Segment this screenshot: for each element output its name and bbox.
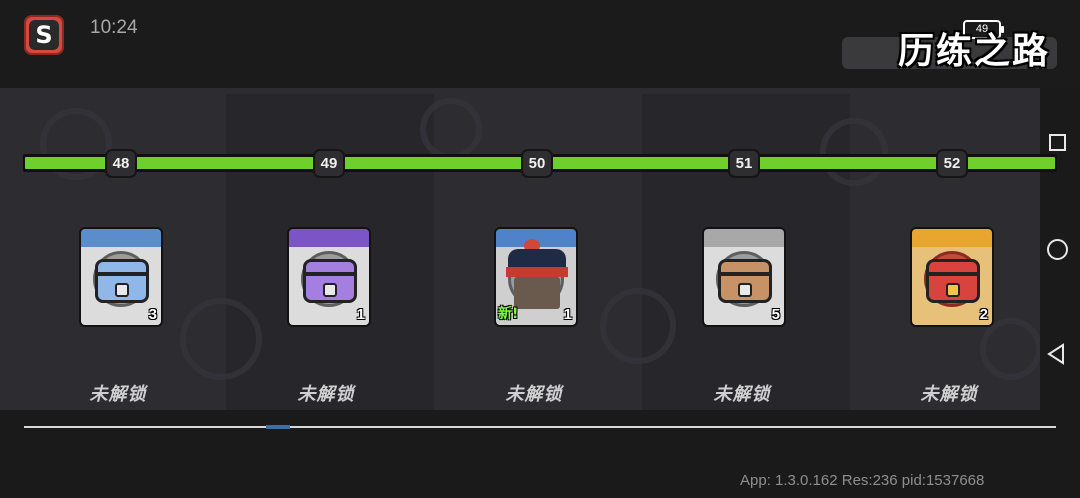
background-pattern — [980, 318, 1040, 380]
scrollbar-thumb[interactable] — [266, 425, 290, 429]
reward-card-blue-chest[interactable]: 3 — [79, 227, 163, 327]
reward-status: 未解锁 — [297, 384, 355, 405]
reward-count: 1 — [356, 306, 365, 323]
background-pattern — [420, 98, 482, 160]
recent-apps-button[interactable] — [1046, 131, 1068, 153]
reward-card-hero[interactable]: 新! 1 — [494, 227, 578, 327]
home-button[interactable] — [1046, 238, 1068, 260]
level-marker: 49 — [315, 151, 343, 176]
debug-info: App: 1.3.0.162 Res:236 pid:1537668 — [740, 472, 985, 489]
level-marker: 50 — [523, 151, 551, 176]
background-pattern — [180, 298, 262, 380]
horizontal-scrollbar[interactable] — [24, 426, 1056, 428]
reward-status: 未解锁 — [505, 384, 563, 405]
top-bar: S 10:24 49 历练之路 — [0, 0, 1080, 88]
square-icon — [1048, 133, 1066, 151]
circle-icon — [1046, 238, 1068, 260]
reward-card-purple-chest[interactable]: 1 — [287, 227, 371, 327]
back-button[interactable] — [1046, 343, 1068, 365]
reward-status: 未解锁 — [920, 384, 978, 405]
reward-status: 未解锁 — [89, 384, 147, 405]
triangle-back-icon — [1047, 343, 1064, 365]
reward-count: 5 — [771, 306, 780, 323]
lock-icon — [946, 283, 960, 297]
reward-card-gold-chest[interactable]: 2 — [910, 227, 994, 327]
level-marker: 48 — [107, 151, 135, 176]
reward-card-wood-chest[interactable]: 5 — [702, 227, 786, 327]
reward-count: 2 — [979, 306, 988, 323]
reward-count: 3 — [148, 306, 157, 323]
lock-icon — [738, 283, 752, 297]
level-marker: 52 — [938, 151, 966, 176]
lock-icon — [115, 283, 129, 297]
lock-icon — [323, 283, 337, 297]
background-pattern — [600, 288, 676, 364]
reward-count: 1 — [563, 306, 572, 323]
background-pattern — [820, 118, 888, 186]
level-marker: 51 — [730, 151, 758, 176]
reward-status: 未解锁 — [713, 384, 771, 405]
page-title: 历练之路 — [898, 31, 1051, 72]
status-time: 10:24 — [90, 17, 138, 38]
new-badge: 新! — [498, 306, 519, 322]
app-logo-icon[interactable]: S — [24, 15, 64, 55]
